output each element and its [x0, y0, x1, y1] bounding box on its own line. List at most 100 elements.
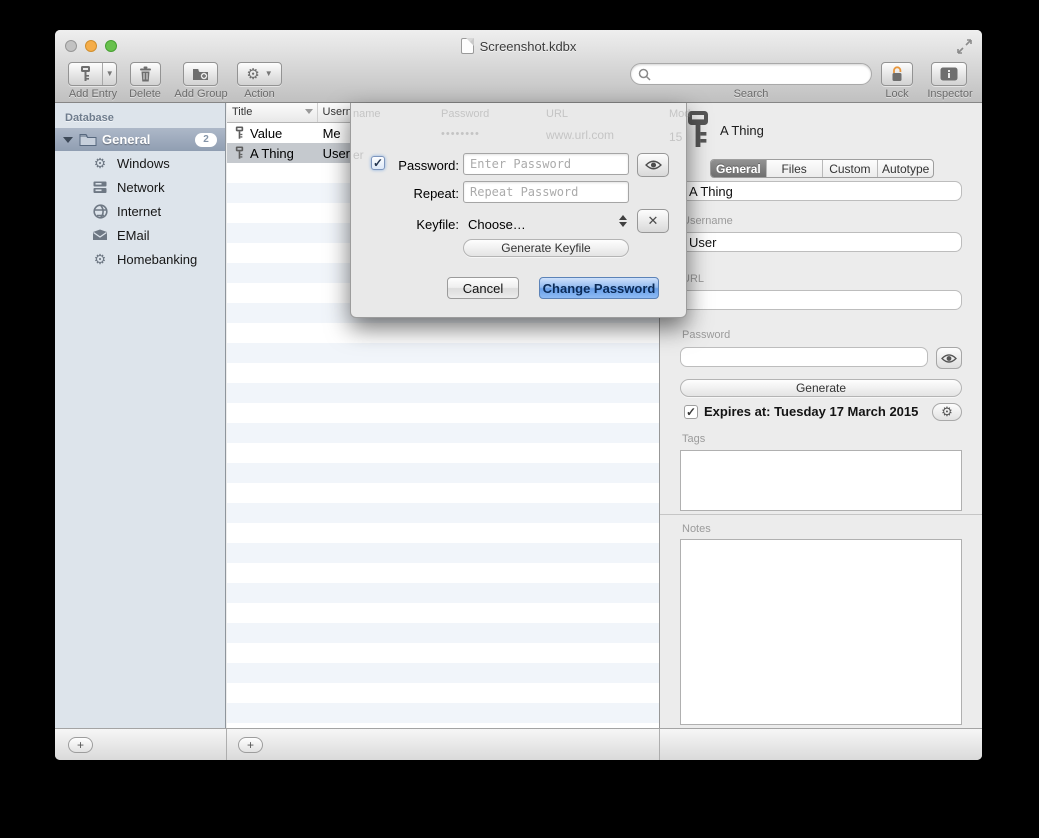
sidebar-item-email[interactable]: EMail	[55, 223, 225, 247]
eye-icon	[645, 159, 662, 171]
ghost-password-dots: ••••••••	[441, 128, 480, 140]
password-input[interactable]	[463, 153, 629, 175]
tab-files[interactable]: Files	[767, 160, 823, 177]
keyfile-popup[interactable]: Choose…	[468, 213, 628, 235]
inspector-entry-title: A Thing	[720, 123, 764, 138]
inspector-tabs: General Files Custom Autotype	[710, 159, 934, 178]
repeat-label: Repeat:	[359, 186, 459, 201]
tab-custom[interactable]: Custom	[823, 160, 879, 177]
search-label: Search	[630, 88, 872, 100]
globe-icon	[92, 203, 108, 219]
notes-label: Notes	[682, 523, 711, 535]
expires-settings-button[interactable]: ⚙	[932, 403, 962, 421]
key-icon	[235, 126, 244, 140]
action-label: Action	[237, 88, 282, 100]
repeat-password-input[interactable]	[463, 181, 629, 203]
ghost-username-header: name	[353, 108, 381, 120]
tags-field[interactable]	[680, 450, 962, 511]
search-field[interactable]	[630, 63, 872, 85]
pane-divider	[226, 729, 227, 760]
group-count-badge: 2	[195, 133, 217, 147]
entry-title: A Thing	[250, 146, 294, 161]
notes-field[interactable]	[680, 539, 962, 725]
delete-label: Delete	[115, 88, 175, 100]
ghost-url-value: www.url.com	[546, 128, 614, 142]
title-field[interactable]: A Thing	[680, 181, 962, 201]
reveal-password-button[interactable]	[936, 347, 962, 369]
expires-label: Expires at: Tuesday 17 March 2015	[704, 404, 918, 419]
action-button[interactable]: ⚙ ▼	[237, 62, 282, 86]
stepper-icon[interactable]	[619, 215, 627, 227]
generate-password-button[interactable]: Generate	[680, 379, 962, 397]
cancel-button[interactable]: Cancel	[447, 277, 519, 299]
username-field[interactable]: User	[680, 232, 962, 252]
add-group-plus-button[interactable]: +	[68, 737, 93, 753]
search-icon	[638, 68, 651, 81]
url-field[interactable]	[680, 290, 962, 310]
keyfile-value: Choose…	[468, 217, 526, 232]
reveal-password-button[interactable]	[637, 153, 669, 177]
lock-label: Lock	[867, 88, 927, 100]
sidebar-item-windows[interactable]: ⚙ Windows	[55, 151, 225, 175]
sidebar: Database General 2 ⚙ Windows Network	[55, 103, 226, 728]
column-header-title[interactable]: Title	[227, 103, 318, 122]
window-title: Screenshot.kdbx	[480, 39, 577, 54]
change-password-sheet: name Password URL Mod •••••••• www.url.c…	[350, 103, 687, 318]
unlock-icon	[890, 66, 904, 82]
inspector-panel: A Thing General Files Custom Autotype A …	[659, 103, 982, 728]
ghost-modified-header: Mod	[669, 108, 690, 120]
username-label: Username	[682, 215, 733, 227]
tags-label: Tags	[682, 433, 705, 445]
eye-icon	[941, 353, 957, 364]
info-icon	[940, 67, 958, 81]
add-entry-button[interactable]: ▼	[68, 62, 117, 86]
password-label: Password:	[359, 158, 459, 173]
envelope-icon	[92, 227, 108, 243]
disclosure-triangle-icon[interactable]	[63, 137, 73, 143]
keyfile-label: Keyfile:	[359, 217, 459, 232]
sort-descending-icon	[305, 109, 313, 114]
change-password-button[interactable]: Change Password	[539, 277, 659, 299]
fullscreen-icon[interactable]	[956, 38, 973, 55]
sidebar-item-label: EMail	[117, 228, 150, 243]
section-divider	[660, 514, 982, 515]
entry-title: Value	[250, 126, 282, 141]
window-chrome: Screenshot.kdbx ▼ Add Entry	[55, 30, 982, 103]
search-input[interactable]	[651, 67, 851, 81]
lock-button[interactable]	[881, 62, 913, 86]
gear-icon: ⚙	[92, 251, 108, 267]
password-label: Password	[682, 329, 730, 341]
tab-autotype[interactable]: Autotype	[878, 160, 933, 177]
add-group-label: Add Group	[170, 88, 232, 100]
sidebar-item-network[interactable]: Network	[55, 175, 225, 199]
server-icon	[92, 179, 108, 195]
sidebar-item-label: Homebanking	[117, 252, 197, 267]
inspector-label: Inspector	[919, 88, 981, 100]
gear-icon: ⚙	[92, 155, 108, 171]
clear-keyfile-button[interactable]: ✕	[637, 209, 669, 233]
ghost-password-header: Password	[441, 108, 489, 120]
sidebar-item-homebanking[interactable]: ⚙ Homebanking	[55, 247, 225, 271]
folder-plus-icon	[192, 67, 209, 81]
sidebar-item-internet[interactable]: Internet	[55, 199, 225, 223]
gear-icon: ⚙	[246, 67, 259, 82]
add-entry-label: Add Entry	[63, 88, 123, 100]
generate-keyfile-button[interactable]: Generate Keyfile	[463, 239, 629, 257]
expires-checkbox[interactable]: ✓	[684, 405, 698, 419]
close-icon: ✕	[648, 213, 659, 229]
sidebar-group-general[interactable]: General 2	[55, 128, 225, 151]
trash-icon	[139, 66, 152, 82]
delete-button[interactable]	[130, 62, 161, 86]
chevron-down-icon[interactable]: ▼	[103, 70, 116, 78]
tab-general[interactable]: General	[711, 160, 767, 177]
folder-icon	[79, 133, 97, 146]
add-entry-plus-button[interactable]: +	[238, 737, 263, 753]
app-window: Screenshot.kdbx ▼ Add Entry	[55, 30, 982, 760]
inspector-button[interactable]	[931, 62, 967, 86]
chevron-down-icon: ▼	[265, 70, 273, 78]
key-icon	[69, 66, 102, 82]
key-icon	[235, 146, 244, 160]
add-group-button[interactable]	[183, 62, 218, 86]
password-field[interactable]	[680, 347, 928, 367]
sidebar-group-label: General	[102, 132, 195, 147]
